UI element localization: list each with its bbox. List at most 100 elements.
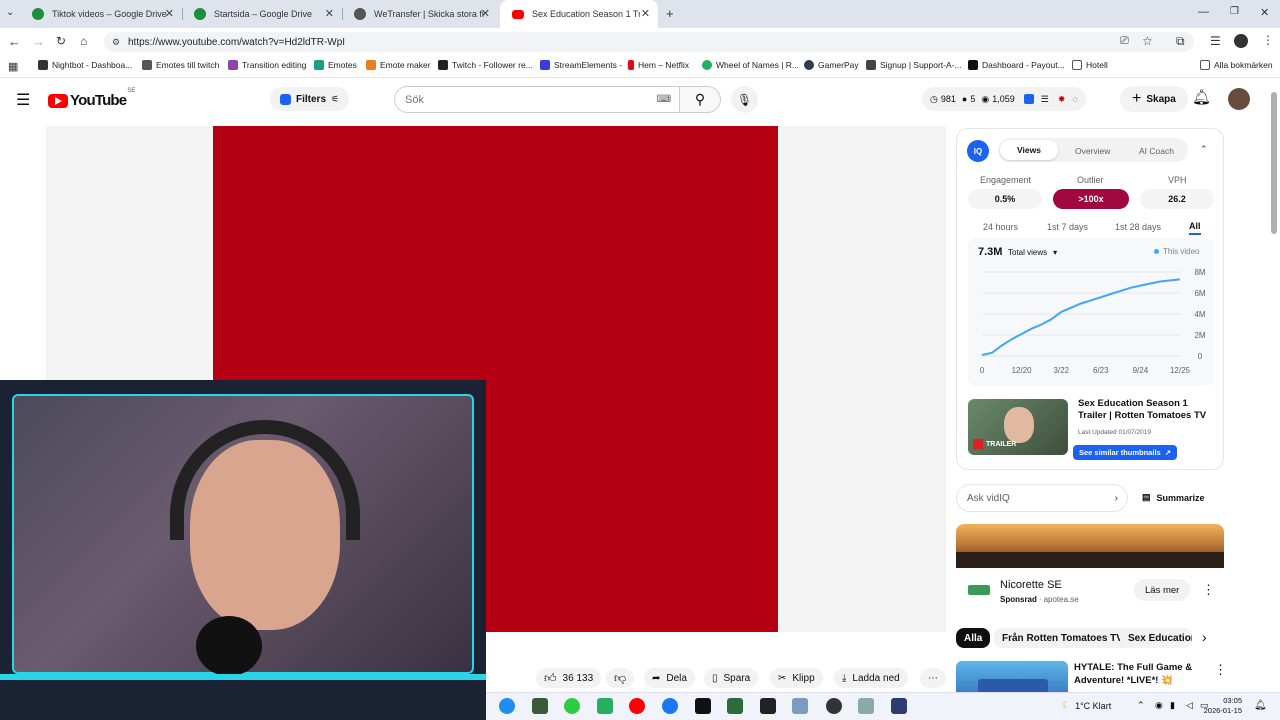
- range-24h[interactable]: 24 hours: [983, 222, 1018, 232]
- apps-icon[interactable]: ▦: [8, 60, 18, 73]
- tab-ai-coach[interactable]: AI Coach: [1139, 146, 1174, 156]
- tray-icon[interactable]: ◉: [1155, 700, 1163, 711]
- tray-chevron-icon[interactable]: ⌃: [1137, 700, 1145, 711]
- create-button[interactable]: + Skapa: [1120, 86, 1188, 112]
- tab-startsida-drive[interactable]: Startsida – Google Drive ✕: [182, 0, 342, 28]
- profile-avatar[interactable]: [1234, 34, 1248, 48]
- window-close-button[interactable]: ✕: [1260, 6, 1269, 19]
- video-thumbnail[interactable]: TRAILER: [968, 399, 1068, 455]
- clock[interactable]: 03:05 2026-01-15: [1204, 696, 1242, 716]
- more-icon[interactable]: ⋮: [1214, 662, 1227, 678]
- summarize-button[interactable]: ▤ Summarize: [1142, 492, 1205, 503]
- ad-cta-button[interactable]: Läs mer: [1134, 579, 1191, 601]
- recommended-title[interactable]: HYTALE: The Full Game & Adventure! *LIVE…: [1074, 661, 1194, 687]
- taskbar-app-icon[interactable]: [826, 698, 842, 714]
- youtube-logo[interactable]: YouTube SE: [48, 88, 135, 109]
- chip-sex-education[interactable]: Sex Education: [1120, 628, 1192, 648]
- address-bar[interactable]: ⚙ https://www.youtube.com/watch?v=Hd2ldT…: [104, 32, 1194, 52]
- bookmark-item[interactable]: Dashboard - Payout...: [968, 60, 1065, 70]
- back-icon[interactable]: ←: [8, 34, 21, 49]
- notification-icon[interactable]: 🔔︎: [1254, 700, 1267, 711]
- bookmark-item[interactable]: Emotes: [314, 60, 357, 70]
- recommended-thumbnail[interactable]: [956, 661, 1068, 692]
- bookmark-star-icon[interactable]: ☆: [1142, 34, 1153, 48]
- voice-search-button[interactable]: 🎙: [731, 86, 758, 113]
- chip-rotten-tomatoes[interactable]: Från Rotten Tomatoes TV: [994, 628, 1131, 648]
- taskbar-app-icon[interactable]: [695, 698, 711, 714]
- bookmark-item[interactable]: Signup | Support-A-...: [866, 60, 962, 70]
- tab-overview[interactable]: Overview: [1075, 146, 1110, 156]
- download-button[interactable]: ⤓ Ladda ned: [834, 668, 908, 688]
- restore-button[interactable]: ❐: [1230, 6, 1239, 17]
- range-all[interactable]: All: [1189, 221, 1201, 235]
- like-button[interactable]: 👍︎ 36 133: [536, 668, 602, 688]
- save-button[interactable]: ▯ Spara: [704, 668, 759, 688]
- notifications-bell-icon[interactable]: 🔔︎: [1192, 88, 1211, 106]
- bookmark-item[interactable]: Hem – Netflix: [628, 60, 689, 70]
- taskbar-app-icon[interactable]: [499, 698, 515, 714]
- close-icon[interactable]: ✕: [481, 7, 490, 20]
- facebook-icon[interactable]: [662, 698, 678, 714]
- more-actions-button[interactable]: ⋯: [920, 668, 946, 688]
- bookmark-item[interactable]: StreamElements -: [540, 60, 622, 70]
- more-icon[interactable]: ⋮: [1202, 582, 1215, 598]
- microphone-icon[interactable]: ▮: [1170, 700, 1175, 711]
- clip-button[interactable]: ✂ Klipp: [770, 668, 823, 688]
- new-tab-button[interactable]: +: [666, 6, 674, 21]
- taskbar-app-icon[interactable]: [760, 698, 776, 714]
- vidiq-stats-bar[interactable]: ◷ 981 ● 5 ◉ 1,059 ☰ ✸ ◌: [922, 87, 1086, 111]
- taskbar-app-icon[interactable]: [727, 698, 743, 714]
- taskbar-app-icon[interactable]: [891, 698, 907, 714]
- chip-all[interactable]: Alla: [956, 628, 991, 648]
- chevron-right-icon[interactable]: ›: [1202, 629, 1207, 645]
- bookmark-folder[interactable]: Hotell: [1072, 60, 1108, 70]
- similar-thumbnails-button[interactable]: See similar thumbnails ↗: [1073, 445, 1177, 460]
- cast-icon[interactable]: ⎚: [1120, 35, 1129, 48]
- extensions-icon[interactable]: ⧉: [1176, 34, 1185, 49]
- youtube-icon[interactable]: [629, 698, 645, 714]
- ask-vidiq-input[interactable]: Ask vidIQ ›: [956, 484, 1128, 512]
- close-icon[interactable]: ✕: [165, 7, 174, 20]
- scrollbar[interactable]: [1271, 92, 1277, 234]
- bookmark-item[interactable]: Wheel of Names | R...: [702, 60, 799, 70]
- minimize-button[interactable]: —: [1198, 6, 1209, 18]
- keyboard-icon[interactable]: ⌨: [657, 94, 671, 105]
- hamburger-menu-icon[interactable]: ☰: [16, 90, 30, 110]
- forward-icon[interactable]: →: [32, 34, 45, 49]
- account-avatar[interactable]: [1228, 88, 1250, 110]
- bookmark-item[interactable]: Emote maker: [366, 60, 431, 70]
- bookmark-item[interactable]: Nightbot - Dashboa...: [38, 60, 132, 70]
- site-info-icon[interactable]: ⚙: [112, 37, 120, 48]
- ad-banner[interactable]: [956, 524, 1224, 568]
- close-icon[interactable]: ✕: [325, 7, 334, 20]
- tab-youtube-active[interactable]: Sex Education Season 1 Trailer | ✕: [500, 0, 658, 28]
- search-input[interactable]: Sök ⌨: [394, 86, 680, 113]
- bookmark-item[interactable]: GamerPay: [804, 60, 859, 70]
- tab-views[interactable]: Views: [1000, 140, 1058, 160]
- search-button[interactable]: ⚲: [679, 86, 721, 113]
- metric-select[interactable]: Total views ▾: [1008, 245, 1076, 259]
- bookmark-item[interactable]: Transition editing: [228, 60, 306, 70]
- bookmark-item[interactable]: Emotes till twitch: [142, 60, 219, 70]
- weather-widget[interactable]: ☾ 1°C Klart: [1062, 700, 1111, 711]
- send-icon[interactable]: ›: [1115, 493, 1118, 504]
- home-icon[interactable]: ⌂: [80, 34, 87, 48]
- reload-icon[interactable]: ↻: [56, 34, 66, 48]
- tab-tiktok-drive[interactable]: Tiktok videos – Google Drive ✕: [20, 0, 182, 28]
- range-7d[interactable]: 1st 7 days: [1047, 222, 1088, 232]
- taskbar-app-icon[interactable]: [792, 698, 808, 714]
- speaker-icon[interactable]: ◁: [1186, 700, 1193, 711]
- close-icon[interactable]: ✕: [641, 7, 650, 20]
- vidiq-filters-button[interactable]: Filters ⚟: [270, 87, 350, 111]
- range-28d[interactable]: 1st 28 days: [1115, 222, 1161, 232]
- taskbar-app-icon[interactable]: [858, 698, 874, 714]
- tab-search-button[interactable]: ⌄: [6, 7, 14, 18]
- bookmark-item[interactable]: Twitch - Follower re...: [438, 60, 533, 70]
- taskbar-app-icon[interactable]: [564, 698, 580, 714]
- taskbar-app-icon[interactable]: [597, 698, 613, 714]
- dislike-button[interactable]: 👎︎: [606, 668, 635, 688]
- share-button[interactable]: ➦ Dela: [644, 668, 695, 688]
- menu-icon[interactable]: ⋮: [1262, 33, 1274, 47]
- reading-list-icon[interactable]: ☰: [1210, 34, 1221, 48]
- all-bookmarks[interactable]: Alla bokmärken: [1200, 60, 1273, 70]
